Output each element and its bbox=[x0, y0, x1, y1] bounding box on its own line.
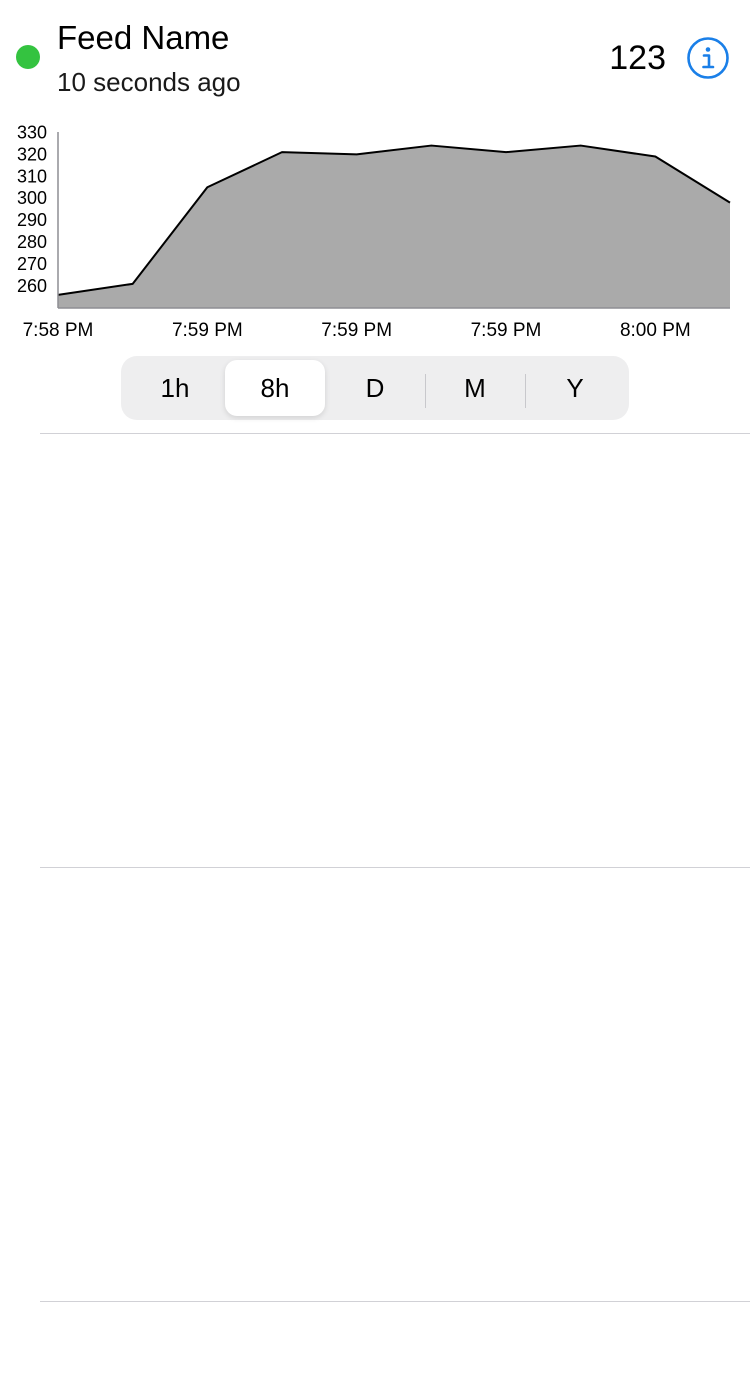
list-divider bbox=[40, 433, 750, 434]
info-circle-icon bbox=[687, 37, 729, 79]
chart-y-tick-label: 320 bbox=[17, 144, 47, 164]
feed-updated-time: 10 seconds ago bbox=[57, 67, 241, 97]
feed-chart: 260 270 280 290 300 310 320 330 7:58 PM 7:59 PM 7:… bbox=[0, 120, 750, 345]
chart-y-tick-label: 300 bbox=[17, 188, 47, 208]
range-option-8h[interactable]: 8h bbox=[225, 360, 325, 416]
chart-x-tick-label: 7:59 PM bbox=[172, 320, 243, 341]
feed-value: 123 bbox=[609, 39, 666, 77]
chart-y-tick-label: 270 bbox=[17, 254, 47, 274]
chart-area-fill bbox=[58, 145, 730, 308]
chart-x-tick-label: 7:58 PM bbox=[23, 320, 94, 341]
chart-y-tick-label: 330 bbox=[17, 122, 47, 142]
list-divider bbox=[40, 867, 750, 868]
range-option-m[interactable]: M bbox=[425, 360, 525, 416]
chart-x-tick-label: 7:59 PM bbox=[471, 320, 542, 341]
feed-area-chart: 260270280290300310320330 7:58 PM 7:59 PM 7:… bbox=[17, 122, 731, 341]
chart-x-tick-label: 7:59 PM bbox=[321, 320, 392, 341]
chart-y-tick-label: 260 bbox=[17, 276, 47, 296]
chart-x-tick-label: 8:00 PM bbox=[620, 320, 691, 341]
list-divider bbox=[40, 1301, 750, 1302]
status-indicator-dot bbox=[16, 45, 40, 69]
chart-y-tick-label: 280 bbox=[17, 232, 47, 252]
range-option-1h[interactable]: 1h bbox=[125, 360, 225, 416]
chart-y-tick-label: 290 bbox=[17, 210, 47, 230]
info-button[interactable] bbox=[686, 36, 730, 80]
feed-name: Feed Name bbox=[57, 19, 230, 56]
time-range-selector[interactable]: 1h 8h D M Y bbox=[121, 356, 629, 420]
range-option-y[interactable]: Y bbox=[525, 360, 625, 416]
range-option-d[interactable]: D bbox=[325, 360, 425, 416]
chart-y-tick-label: 310 bbox=[17, 166, 47, 186]
